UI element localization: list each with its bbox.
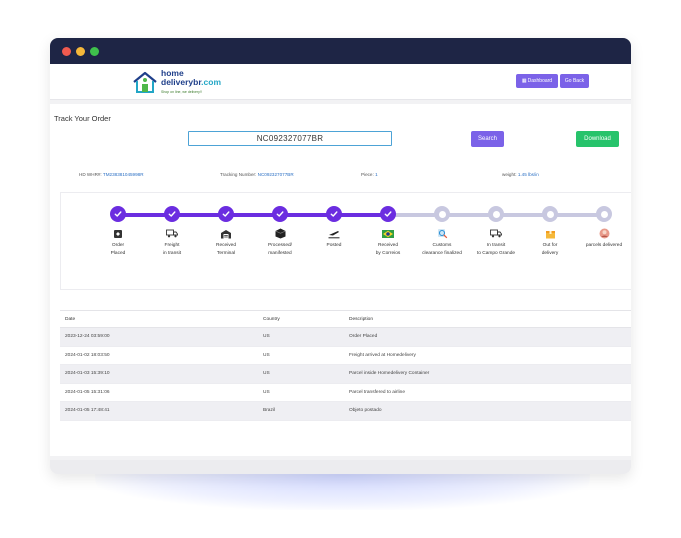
- cell-description: Parcel inside Homedelivery Container: [349, 371, 430, 377]
- download-button[interactable]: Download: [576, 131, 619, 147]
- weight-info: weight: 1.45 lbs/in: [502, 172, 539, 177]
- timeline-step: Customs clearance finalized: [412, 206, 472, 258]
- timeline-step-label: Posted: [326, 243, 342, 248]
- brazil-flag-icon: [382, 228, 394, 239]
- cell-date: 2024-01-05 17:48:41: [65, 408, 110, 414]
- cell-description: Freight arrived at Homedelivery: [349, 352, 416, 358]
- table-row: 2024-01-05 17:48:41 Brazil Objeto postado: [60, 402, 631, 421]
- cell-description: Order Placed: [349, 334, 378, 340]
- hd-whr-info: HD WHR#: TM238381045998R: [79, 172, 144, 177]
- tracking-history-table: Date Country Description 2023-12-24 03:5…: [60, 310, 631, 421]
- timeline-step-label: Received by Correios: [375, 243, 401, 256]
- search-button[interactable]: Search: [471, 131, 504, 147]
- shipment-timeline: Order Placed Freight in transit Received Term…: [60, 192, 631, 290]
- tracking-code-input[interactable]: NC092327077BR: [188, 131, 392, 146]
- cell-country: US: [263, 352, 270, 358]
- go-back-button[interactable]: Go Back: [560, 74, 589, 88]
- timeline-step: parcels delivered: [574, 206, 631, 250]
- browser-window: home deliverybr.com Shop on line, we del…: [50, 38, 631, 474]
- check-icon: [326, 206, 342, 222]
- check-icon: [380, 206, 396, 222]
- plane-icon: [328, 228, 340, 239]
- check-icon: [218, 206, 234, 222]
- timeline-step: Received Terminal: [196, 206, 256, 258]
- timeline-step-label: Customs clearance finalized: [422, 243, 462, 256]
- table-row: 2023-12-24 03:59:00 US Order Placed: [60, 328, 631, 347]
- timeline-step-label: Order Placed: [110, 243, 126, 256]
- timeline-step: Order Placed: [88, 206, 148, 258]
- cell-date: 2024-01-03 15:39:10: [65, 371, 110, 377]
- close-window-button[interactable]: [62, 46, 71, 56]
- timeline-step: Posted: [304, 206, 364, 250]
- cell-date: 2024-01-05 15:31:06: [65, 389, 110, 395]
- timeline-step: Received by Correios: [358, 206, 418, 258]
- site-header: home deliverybr.com Shop on line, we del…: [50, 64, 631, 100]
- box-icon: [112, 228, 124, 239]
- warehouse-icon: [220, 228, 232, 239]
- magnifier-icon: [436, 228, 448, 239]
- table-row: 2024-01-05 15:31:06 US Parcel transfered t…: [60, 383, 631, 402]
- timeline-step: Out for delivery: [520, 206, 580, 258]
- window-titlebar: [50, 38, 631, 64]
- brand-tagline: Shop on line, we delivery!!: [161, 90, 202, 94]
- cell-country: US: [263, 371, 270, 377]
- pending-step-indicator: [488, 206, 504, 222]
- cell-country: Brazil: [263, 408, 275, 414]
- dashboard-button[interactable]: ▦ Dashboard: [516, 74, 558, 88]
- pending-step-indicator: [596, 206, 612, 222]
- tracking-number-info: Tracking Number: NC092327077BR: [220, 172, 294, 177]
- dashboard-icon: ▦: [521, 78, 527, 84]
- timeline-step: Processed/manifested: [250, 206, 310, 258]
- page-footer: [50, 460, 631, 474]
- cell-description: Parcel transfered to airline: [349, 389, 405, 395]
- truck-icon: [490, 228, 502, 239]
- minimize-window-button[interactable]: [76, 46, 85, 56]
- cell-date: 2024-01-02 18:03:50: [65, 352, 110, 358]
- column-header-description: Description: [349, 316, 373, 322]
- column-header-date: Date: [65, 316, 76, 322]
- check-icon: [110, 206, 126, 222]
- site-logo[interactable]: home deliverybr.com Shop on line, we del…: [132, 69, 221, 97]
- cell-country: US: [263, 389, 270, 395]
- timeline-step: In transit to Campo Grande: [466, 206, 526, 258]
- table-row: 2024-01-03 15:39:10 US Parcel inside Homed…: [60, 365, 631, 384]
- timeline-step-label: In transit to Campo Grande: [476, 243, 516, 256]
- cell-description: Objeto postado: [349, 408, 382, 414]
- pending-step-indicator: [542, 206, 558, 222]
- piece-info: Piece: 1: [361, 172, 378, 177]
- cell-date: 2023-12-24 03:59:00: [65, 334, 110, 340]
- package-icon: [274, 228, 286, 239]
- table-header: Date Country Description: [60, 310, 631, 328]
- recipient-icon: [598, 228, 610, 239]
- page-title: Track Your Order: [54, 114, 111, 123]
- timeline-step-label: Out for delivery: [541, 243, 559, 256]
- truck-icon: [166, 228, 178, 239]
- house-logo-icon: [133, 71, 157, 93]
- timeline-step-label: parcels delivered: [585, 243, 623, 248]
- timeline-step: Freight in transit: [142, 206, 202, 258]
- check-icon: [164, 206, 180, 222]
- maximize-window-button[interactable]: [90, 46, 99, 56]
- column-header-country: Country: [263, 316, 280, 322]
- check-icon: [272, 206, 288, 222]
- brand-line2: deliverybr.com: [161, 77, 222, 87]
- timeline-step-label: Received Terminal: [216, 243, 236, 256]
- cell-country: US: [263, 334, 270, 340]
- parcel-icon: [544, 228, 556, 239]
- timeline-step-label: Processed/manifested: [268, 243, 292, 256]
- table-row: 2024-01-02 18:03:50 US Freight arrived at …: [60, 346, 631, 365]
- page: home deliverybr.com Shop on line, we del…: [50, 64, 631, 474]
- pending-step-indicator: [434, 206, 450, 222]
- tracking-panel: Track Your Order NC092327077BR Search Do…: [50, 104, 631, 456]
- timeline-step-label: Freight in transit: [162, 243, 182, 256]
